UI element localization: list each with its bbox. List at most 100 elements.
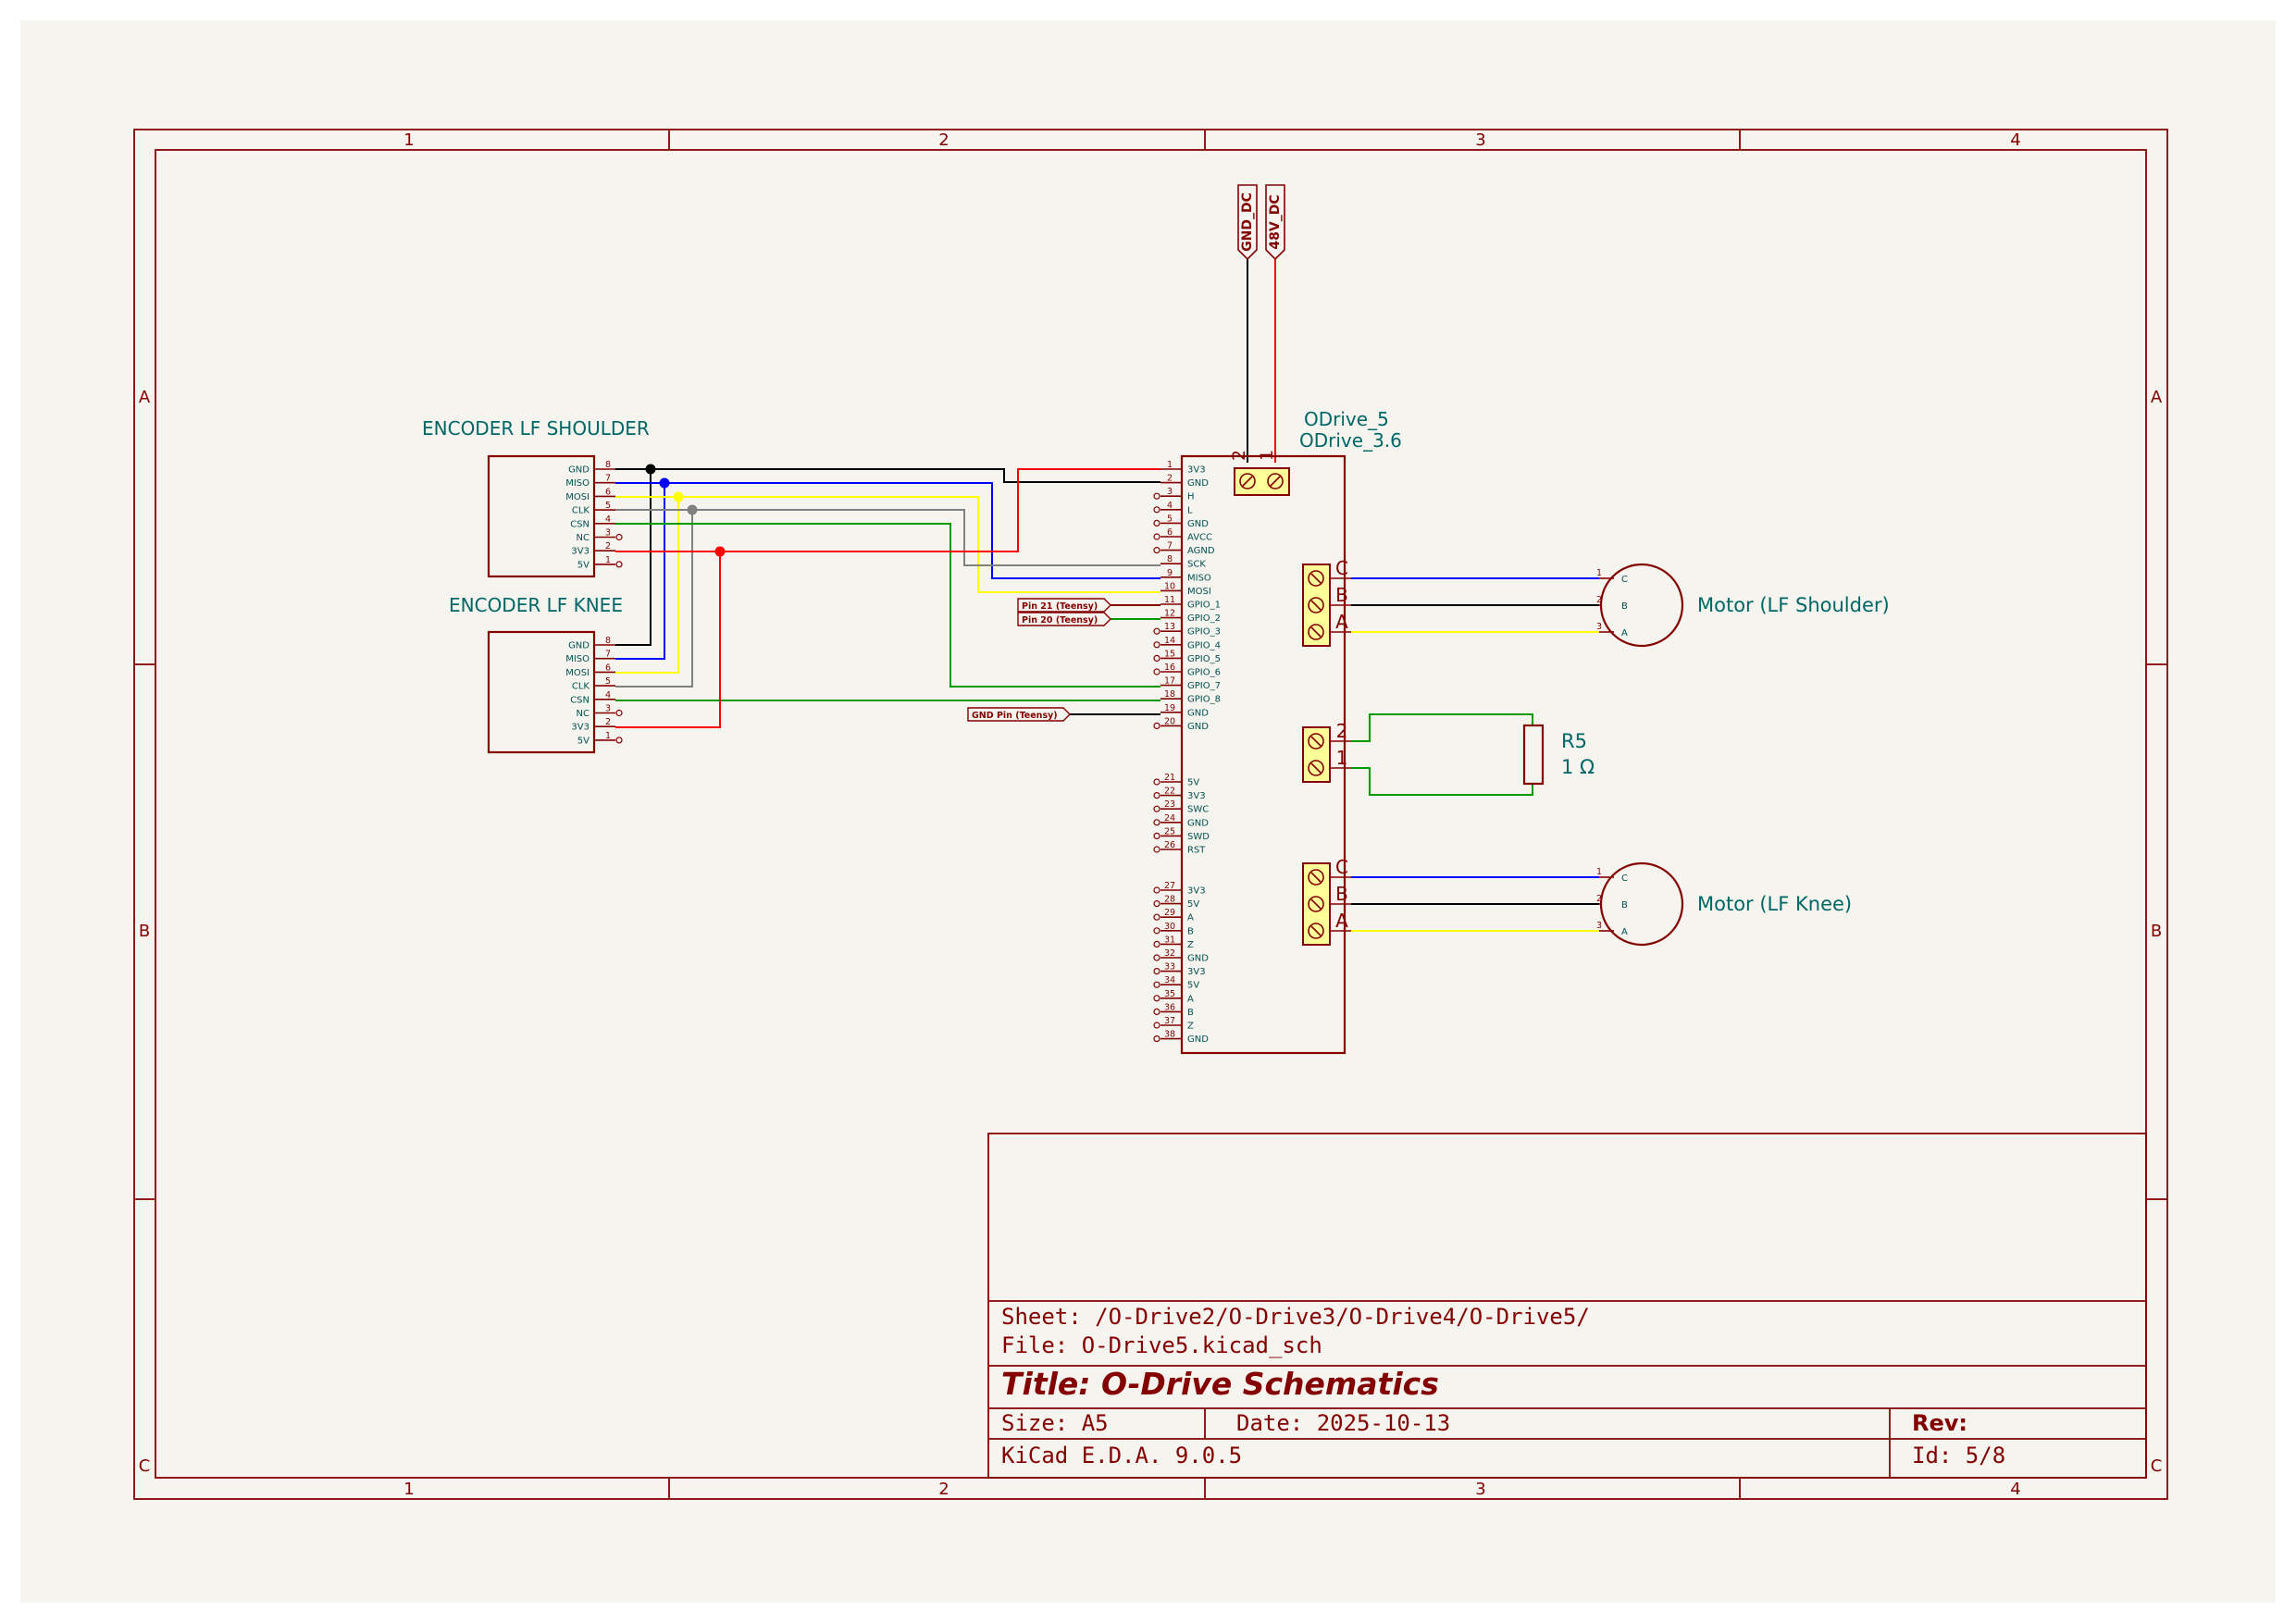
encoder-knee-pin-name: MOSI (565, 668, 590, 678)
row-label-left-b: B (139, 922, 150, 941)
odrive-pin-num: 5 (1167, 514, 1173, 524)
row-label-right-c: C (2151, 1456, 2163, 1476)
odrive-pin-name: A (1187, 994, 1194, 1004)
odrive-pin-name: RST (1187, 846, 1206, 856)
teensy-label-pin20: Pin 20 (Teensy) (1017, 612, 1111, 626)
row-label-right-b: B (2151, 922, 2162, 941)
odrive-pin-name: 3V3 (1187, 886, 1206, 897)
odrive-pin-name: SWD (1187, 832, 1210, 842)
odrive-pin-name: B (1187, 926, 1194, 936)
odrive-pin-num: 23 (1164, 799, 1175, 810)
column-label-bottom-2: 2 (938, 1480, 949, 1499)
resistor-ref: R5 (1561, 730, 1587, 752)
odrive-pin-num: 20 (1164, 716, 1175, 726)
odrive-pin-num: 13 (1164, 622, 1175, 632)
odrive-pin-num: 31 (1164, 935, 1175, 945)
odrive-pin-num: 18 (1164, 689, 1175, 700)
motor-pin-num: 2 (1596, 894, 1602, 904)
odrive-pin-name: GPIO_2 (1187, 613, 1221, 624)
encoder-knee-pin-name: CLK (572, 682, 590, 692)
odrive-pin-name: H (1187, 492, 1195, 502)
terminal-pin-label: B (1335, 883, 1348, 905)
odrive-pin-num: 17 (1164, 676, 1175, 687)
terminal-pin-label: 1 (1336, 747, 1348, 769)
row-label-left-a: A (139, 388, 151, 407)
encoder-shoulder-pin-num: 7 (605, 474, 611, 484)
motor-phase-label: A (1621, 927, 1628, 937)
odrive-pin-num: 33 (1164, 962, 1175, 973)
encoder-knee-pin-name: 3V3 (571, 723, 590, 733)
encoder-shoulder-pin-num: 4 (605, 514, 611, 525)
odrive-pin-num: 25 (1164, 826, 1175, 836)
title-block-id: Id: 5/8 (1912, 1443, 2005, 1468)
motor-pin-num: 2 (1596, 595, 1602, 605)
odrive-pin-num: 37 (1164, 1016, 1175, 1026)
odrive-pin-num: 8 (1167, 554, 1173, 564)
encoder-knee-pin-num: 2 (605, 717, 611, 727)
title-block-size: Size: A5 (1001, 1410, 1109, 1436)
junction-gnd (645, 464, 656, 475)
odrive-pin-name: 5V (1187, 899, 1199, 910)
odrive-pin-num: 10 (1164, 581, 1175, 591)
column-label-bottom-3: 3 (1475, 1480, 1485, 1499)
title-block-tool: KiCad E.D.A. 9.0.5 (1001, 1443, 1242, 1468)
junction-mosi (673, 491, 684, 502)
odrive-pin-num: 1 (1167, 460, 1173, 470)
odrive-pin-num: 12 (1164, 609, 1175, 619)
encoder-shoulder-pin-name: 3V3 (571, 547, 590, 557)
odrive-pin-num: 3 (1167, 487, 1173, 497)
row-label-left-c: C (139, 1456, 151, 1476)
column-label-bottom-1: 1 (403, 1480, 414, 1499)
motor-phase-label: A (1621, 628, 1628, 638)
odrive-pin-name: GPIO_4 (1187, 640, 1221, 650)
teensy-label-gnd: GND Pin (Teensy) (967, 707, 1071, 722)
odrive-pin-num: 28 (1164, 895, 1175, 905)
odrive-pin-num: 30 (1164, 922, 1175, 932)
encoder-knee-pin-name: 5V (577, 736, 590, 746)
title-block-sheet: Sheet: /O-Drive2/O-Drive3/O-Drive4/O-Dri… (1001, 1304, 1590, 1330)
odrive-pin-name: AVCC (1187, 533, 1212, 543)
svg-text:Pin 20 (Teensy): Pin 20 (Teensy) (1022, 615, 1098, 626)
odrive-pin-num: 34 (1164, 975, 1175, 985)
terminal-pin-label: B (1335, 584, 1348, 606)
odrive-pin-num: 32 (1164, 948, 1175, 959)
encoder-shoulder-pin-num: 2 (605, 541, 611, 551)
motor-pin-num: 3 (1596, 622, 1602, 632)
encoder-shoulder-pin-num: 1 (605, 555, 611, 565)
schematic-sheet: 1 2 3 4 1 2 3 4 A B C A B C GND_DC 48V_D… (0, 0, 2296, 1623)
title-block-date: Date: 2025-10-13 (1236, 1410, 1450, 1436)
odrive-pin-name: B (1187, 1008, 1194, 1018)
odrive-pin-num: 19 (1164, 703, 1175, 713)
svg-text:Pin 21 (Teensy): Pin 21 (Teensy) (1022, 601, 1098, 612)
junction-miso (659, 477, 670, 489)
title-block-file: File: O-Drive5.kicad_sch (1001, 1332, 1322, 1358)
encoder-knee-pin-num: 4 (605, 690, 611, 700)
terminal-pin-label: A (1335, 910, 1348, 932)
odrive-pin-name: AGND (1187, 546, 1215, 556)
column-label-top-4: 4 (2010, 130, 2020, 150)
encoder-knee-pin-num: 6 (605, 663, 611, 673)
column-label-bottom-4: 4 (2010, 1480, 2020, 1499)
motor-pin-num: 1 (1596, 867, 1602, 877)
junction-clk (687, 504, 698, 515)
odrive-pin-name: 3V3 (1187, 465, 1206, 476)
encoder-knee-pin-num: 7 (605, 650, 611, 660)
encoder-knee-pin-num: 5 (605, 676, 611, 687)
encoder-shoulder-label: ENCODER LF SHOULDER (422, 417, 650, 440)
odrive-pin-name: GPIO_5 (1187, 654, 1221, 664)
encoder-knee-pin-name: GND (568, 641, 590, 651)
terminal-pin-label: A (1335, 611, 1348, 633)
resistor-value: 1 Ω (1561, 756, 1595, 778)
encoder-knee-pin-name: NC (577, 709, 590, 719)
column-label-top-3: 3 (1475, 130, 1485, 150)
motor-pin-num: 3 (1596, 921, 1602, 931)
encoder-knee-pin-name: CSN (570, 695, 590, 705)
encoder-shoulder-pin-num: 3 (605, 528, 611, 539)
power-pin-1: 1 (1257, 450, 1277, 461)
motor-shoulder-terminal: CBA (1302, 557, 1351, 647)
title-block-rev: Rev: (1912, 1410, 1967, 1436)
odrive-pin-num: 11 (1164, 595, 1175, 605)
odrive-pin-name: 3V3 (1187, 791, 1206, 801)
odrive-ref: ODrive_5 (1304, 408, 1389, 430)
odrive-pin-num: 14 (1164, 636, 1175, 646)
